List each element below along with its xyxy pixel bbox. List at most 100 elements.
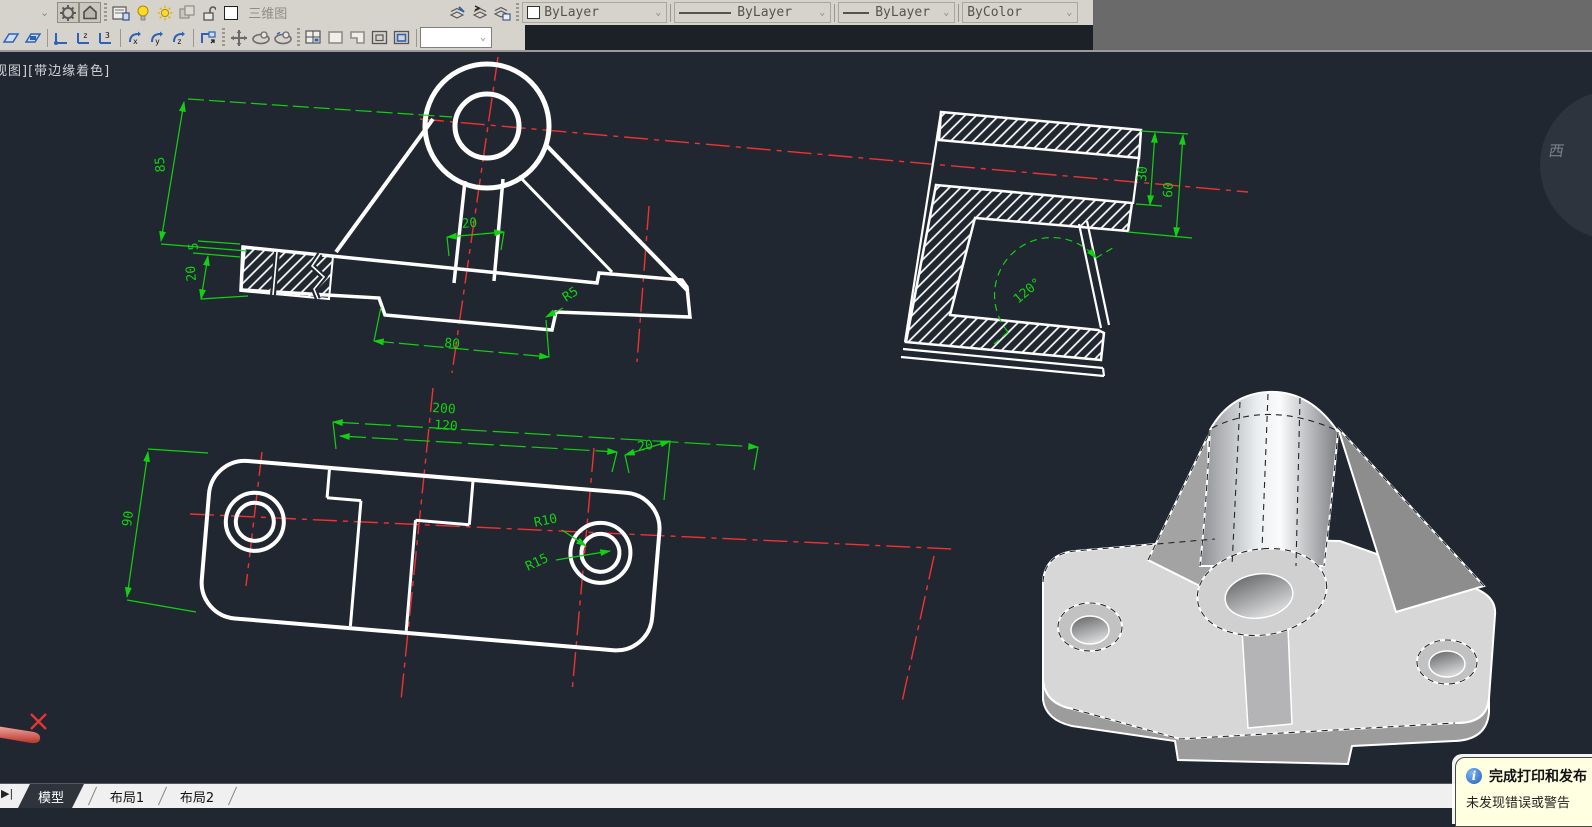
ucs-world-icon[interactable] <box>22 27 44 48</box>
dim-5: 5 <box>186 242 202 251</box>
tab-layout1-label: 布局1 <box>110 787 144 806</box>
pan-3d-icon <box>230 29 248 47</box>
toolbar-grip[interactable] <box>104 3 107 23</box>
free-orbit-icon <box>273 30 293 46</box>
ucs-zaxis-icon: z <box>75 30 93 46</box>
dim-85: 85 <box>153 156 169 173</box>
layer-freeze-button[interactable] <box>176 2 198 23</box>
tab-nav-icon[interactable]: ▶| <box>1 787 13 800</box>
ucs-rotate-z-button[interactable]: z <box>168 27 190 48</box>
shaded-3d-model <box>1043 392 1495 764</box>
orbit-icon <box>251 30 271 46</box>
tab-model[interactable]: 模型 <box>18 784 84 808</box>
color-combo[interactable]: ByLayer ⌄ <box>522 2 667 23</box>
toolbar-separator <box>47 29 48 47</box>
ucs-apply-button[interactable] <box>197 27 219 48</box>
ucs-3d-axis <box>0 714 46 743</box>
ucs-3point-button[interactable]: 3 <box>95 27 117 48</box>
layout-tab-bar: ▶| 模型 布局1 布局2 <box>0 783 1592 808</box>
settings-gear-button[interactable] <box>57 2 79 23</box>
dim-30: 30 <box>1135 166 1151 183</box>
convert-viewport-icon <box>393 30 411 46</box>
layer-lock-button[interactable] <box>198 2 220 23</box>
ucs-plane-icon <box>2 30 20 46</box>
color-swatch-icon <box>224 6 238 20</box>
house-icon <box>82 5 98 20</box>
collapse-chevron-icon[interactable]: ⌄ <box>40 6 49 19</box>
chevron-down-icon: ⌄ <box>816 7 828 18</box>
single-viewport-button[interactable] <box>325 27 347 48</box>
free-orbit-button[interactable] <box>272 27 294 48</box>
dim-r15: R15 <box>523 551 551 575</box>
layer-states-button[interactable] <box>491 2 513 23</box>
lineweight-sample-icon <box>843 12 869 14</box>
ucs-origin-button[interactable] <box>51 27 73 48</box>
layer-properties-button[interactable] <box>110 2 132 23</box>
convert-viewport-button[interactable] <box>391 27 413 48</box>
notification-balloon[interactable]: i 完成打印和发布 未发现错误或警告 <box>1455 757 1592 827</box>
svg-text:x: x <box>133 37 138 46</box>
named-viewports-button[interactable] <box>303 27 325 48</box>
lineweight-combo[interactable]: ByLayer ⌄ <box>838 2 955 23</box>
dim-20-rib: 20 <box>461 216 478 232</box>
ucs-world-plane-icon <box>24 30 42 46</box>
polygonal-viewport-icon <box>371 30 389 46</box>
layer-thaw-button[interactable] <box>154 2 176 23</box>
home-view-button[interactable] <box>79 2 101 23</box>
ucs-icon[interactable] <box>0 27 22 48</box>
toolbar-grip[interactable] <box>297 28 300 48</box>
make-layer-current-button[interactable] <box>447 2 469 23</box>
tab-layout1[interactable]: 布局1 <box>96 784 158 808</box>
viewport-scale-combo[interactable]: ⌄ <box>420 27 492 48</box>
toolbar-separator <box>416 29 417 47</box>
ucs-zaxis-button[interactable]: z <box>73 27 95 48</box>
cad-drawing: 85 5 20 20 80 R5 30 60 <box>0 0 1592 807</box>
single-viewport-icon <box>327 30 345 46</box>
ucs-3point-icon: 3 <box>97 30 115 46</box>
autocad-app: { "toolbar": { "view_name": "三维图", "colo… <box>0 0 1592 807</box>
toolbar-grip[interactable] <box>516 3 519 23</box>
join-viewports-button[interactable] <box>347 27 369 48</box>
dim-120: 120 <box>434 418 458 434</box>
overlapping-squares-icon <box>179 5 195 21</box>
join-viewports-icon <box>349 30 367 46</box>
ucs-y-icon: y <box>148 30 166 46</box>
layer-on-button[interactable] <box>132 2 154 23</box>
notification-message: 未发现错误或警告 <box>1466 792 1592 811</box>
lineweight-combo-value: ByLayer <box>875 5 930 20</box>
ucs-rotate-y-button[interactable]: y <box>146 27 168 48</box>
polygonal-viewport-button[interactable] <box>369 27 391 48</box>
linetype-sample-icon <box>679 12 731 14</box>
linetype-combo-value: ByLayer <box>737 5 792 20</box>
lightbulb-icon <box>136 5 150 21</box>
front-rib <box>1242 628 1292 728</box>
layers-pencil-icon <box>449 5 467 21</box>
right-hole <box>1429 651 1465 677</box>
ucs-apply-icon <box>199 30 217 46</box>
ucs-rotate-x-button[interactable]: x <box>124 27 146 48</box>
tab-layout2[interactable]: 布局2 <box>166 784 228 808</box>
dim-60: 60 <box>1161 182 1177 199</box>
layer-previous-button[interactable] <box>469 2 491 23</box>
tab-divider <box>88 787 97 806</box>
toolbar-dock-background <box>1093 0 1592 50</box>
toolbar-separator <box>193 29 194 47</box>
plot-style-combo[interactable]: ByColor ⌄ <box>962 2 1078 23</box>
x-axis-marker <box>31 714 46 729</box>
cylinder-boss <box>1200 392 1338 566</box>
dim-80: 80 <box>444 336 461 352</box>
svg-text:z: z <box>177 37 182 46</box>
dim-120deg: 120° <box>1011 275 1045 307</box>
ucs-origin-icon <box>53 30 71 46</box>
dim-20-thickness: 20 <box>184 265 200 282</box>
toolbar-grip[interactable] <box>222 28 225 48</box>
layer-color-swatch[interactable] <box>220 2 242 23</box>
color-combo-value: ByLayer <box>544 5 599 20</box>
orbit-button[interactable] <box>250 27 272 48</box>
pan-3d-button[interactable] <box>228 27 250 48</box>
linetype-combo[interactable]: ByLayer ⌄ <box>674 2 831 23</box>
sun-icon <box>157 5 173 21</box>
current-view-name: 三维图 <box>248 3 287 22</box>
tab-divider <box>158 787 167 806</box>
dim-r5: R5 <box>560 284 581 305</box>
